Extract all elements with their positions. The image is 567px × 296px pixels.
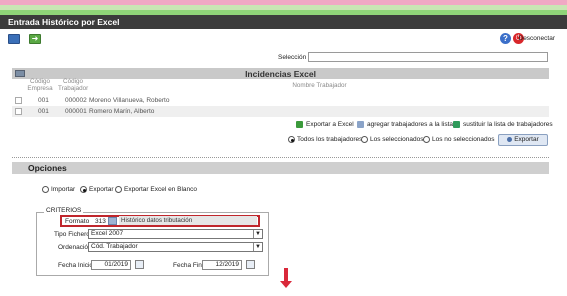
lookup-icon[interactable] [108,217,117,225]
table-row[interactable]: 001 000002 Moreno Villanueva, Roberto [12,95,549,106]
chevron-down-icon[interactable]: ▼ [253,230,262,238]
exportar-button-label: Exportar [514,136,539,143]
export-icon [507,136,513,142]
opciones-header: Opciones [12,162,549,174]
calendar-icon[interactable] [246,260,255,269]
cell-empresa: 001 [38,97,49,104]
formato-label: Formato [65,218,90,225]
row-checkbox[interactable] [15,97,22,104]
seleccion-input[interactable] [308,52,548,62]
radio-selected-label: Los seleccionados [370,136,424,144]
formato-code[interactable]: 313 [95,218,106,225]
replace-list-icon [453,121,460,128]
radio-selected[interactable]: Los seleccionados [361,136,423,143]
replace-workers-link[interactable]: sustituir la lista de trabajadores [453,121,553,131]
fecha-fin-input[interactable]: 12/2019 [202,260,242,270]
fecha-inicio-input[interactable]: 01/2019 [91,260,131,270]
window-title: Entrada Histórico por Excel [0,15,567,29]
cell-empresa: 001 [38,108,49,115]
fecha-inicio-label: Fecha Inicio [58,262,94,269]
radio-exportar-blanco-label: Exportar Excel en Blanco [124,186,197,194]
radio-importar[interactable]: Importar [42,186,75,193]
ordenacion-label: Ordenación [58,244,92,251]
radio-not-selected[interactable]: Los no seleccionados [423,136,495,143]
export-excel-label: Exportar a Excel [306,121,354,129]
export-excel-link[interactable]: Exportar a Excel [296,121,354,131]
exportar-button[interactable]: Exportar [498,134,548,146]
excel-icon [296,121,303,128]
mail-icon[interactable] [8,34,20,44]
add-workers-label: agregar trabajadores a la lista [367,121,453,129]
chevron-down-icon[interactable]: ▼ [253,243,262,251]
cell-nombre: Moreno Villanueva, Roberto [89,97,170,104]
ordenacion-value: Cód. Trabajador [91,243,138,250]
radio-icon[interactable] [423,136,430,143]
add-workers-link[interactable]: agregar trabajadores a la lista [357,121,453,131]
radio-icon[interactable] [80,186,87,193]
opciones-title: Opciones [28,163,67,173]
formato-description: Histórico datos tributación [119,216,257,225]
cell-nombre: Romero Marín, Alberto [89,108,155,115]
radio-exportar-blanco[interactable]: Exportar Excel en Blanco [115,186,197,193]
radio-all-workers[interactable]: Todos los trabajadores [288,136,362,143]
fecha-fin-label: Fecha Fin [173,262,202,269]
radio-exportar-label: Exportar [89,186,114,194]
ordenacion-select[interactable]: Cód. Trabajador ▼ [88,242,263,252]
criterios-title: CRITERIOS [44,207,84,214]
replace-workers-label: sustituir la lista de trabajadores [463,121,553,129]
col-header-trabajador[interactable]: Código Trabajador [58,78,88,94]
add-list-icon [357,121,364,128]
col-header-nombre[interactable]: Nombre Trabajador [90,79,549,94]
cell-codigo: 000002 [65,97,87,104]
cell-codigo: 000001 [65,108,87,115]
radio-importar-label: Importar [51,186,76,194]
header-stripes [0,0,567,15]
col-header-empresa[interactable]: Código Empresa [26,78,54,94]
radio-all-label: Todos los trabajadores [297,136,363,144]
radio-icon[interactable] [42,186,49,193]
incidencias-title: Incidencias Excel [245,69,316,79]
incidencias-header: Incidencias Excel [12,68,549,79]
annotation-arrow-icon [280,281,292,288]
table-row[interactable]: 001 000001 Romero Marín, Alberto [12,106,549,117]
calendar-icon[interactable] [135,260,144,269]
seleccion-label: Selección [278,54,307,61]
back-arrow-icon[interactable]: ➜ [29,34,41,44]
radio-icon[interactable] [361,136,368,143]
radio-icon[interactable] [115,186,122,193]
radio-exportar[interactable]: Exportar [80,186,114,193]
disconnect-link[interactable]: Desconectar [519,35,556,42]
radio-not-selected-label: Los no seleccionados [432,136,495,144]
divider [12,157,549,158]
toolbar: ➜ ? ⏻ Desconectar [0,29,567,49]
tipo-fichero-label: Tipo Fichero [54,231,90,238]
row-checkbox[interactable] [15,108,22,115]
radio-icon[interactable] [288,136,295,143]
tipo-fichero-select[interactable]: Excel 2007 ▼ [88,229,263,239]
tipo-fichero-value: Excel 2007 [91,230,124,237]
help-icon[interactable]: ? [500,33,511,44]
